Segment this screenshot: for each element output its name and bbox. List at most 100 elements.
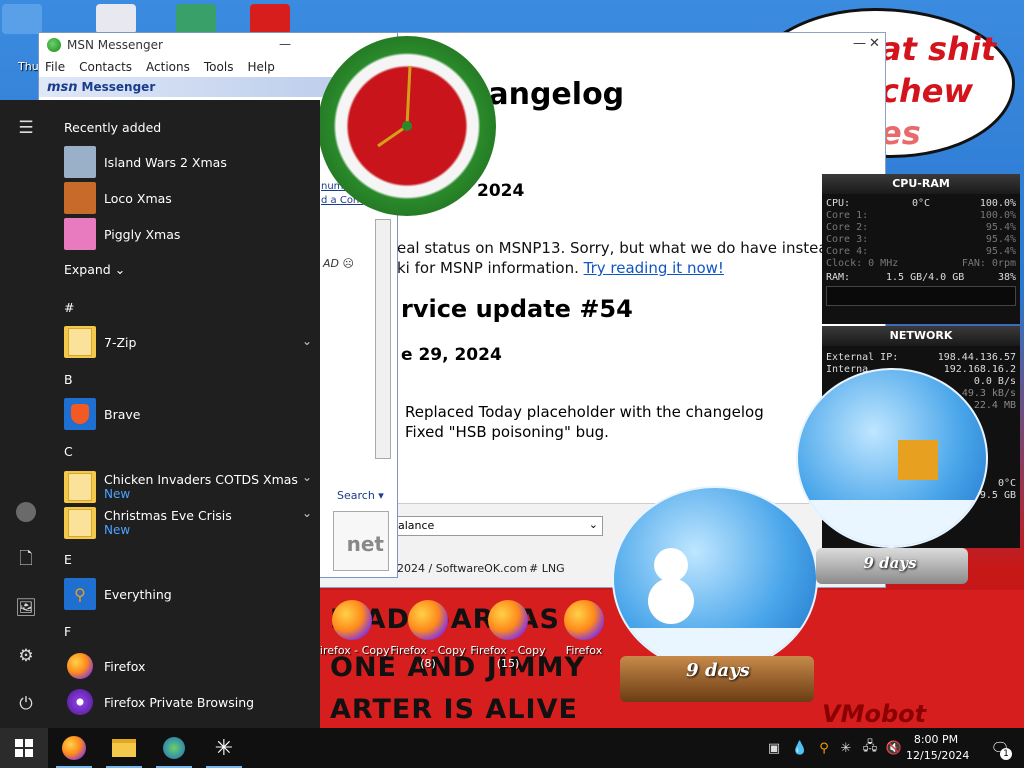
start-app-item[interactable]: 7-Zip ⌄	[64, 326, 312, 358]
desktop-app-icon[interactable]	[176, 4, 216, 34]
msn-ad-banner[interactable]: net	[333, 511, 389, 571]
drive-temp: 0°C	[997, 478, 1016, 489]
app-name: Chicken Invaders COTDS Xmas	[104, 472, 298, 487]
island-wars-icon	[64, 146, 96, 178]
search-tray-icon[interactable]: ⚲	[814, 728, 834, 768]
hamburger-menu-icon[interactable]: ☰	[10, 112, 42, 144]
expand-button[interactable]: Expand ⌄	[64, 262, 125, 277]
start-app-item[interactable]: Firefox	[64, 650, 312, 682]
globe-countdown: 9 days	[863, 554, 917, 572]
desktop-shortcut[interactable]: Firefox - Copy	[312, 600, 392, 657]
desktop-shortcut[interactable]: Firefox	[544, 600, 624, 657]
globe-snow	[798, 500, 986, 546]
documents-icon[interactable]: 🗋	[10, 544, 42, 576]
network-icon[interactable]: 🖧	[860, 728, 880, 768]
balance-select[interactable]: alance ⌄	[393, 516, 603, 536]
start-button[interactable]	[0, 728, 48, 768]
start-app-item[interactable]: Loco Xmas	[64, 182, 312, 214]
desktop-app-icon[interactable]	[2, 4, 42, 34]
settings-gear-icon[interactable]: ⚙	[10, 640, 42, 672]
recently-added-label: Recently added	[64, 120, 162, 135]
section-letter[interactable]: C	[64, 444, 73, 459]
snowman-icon	[654, 548, 688, 582]
msn-search-button[interactable]: Search ▾	[333, 487, 397, 507]
msn-buddy-icon	[47, 38, 61, 52]
changelog-paragraph: ki for MSNP information. Try reading it …	[397, 259, 724, 277]
desktop-shortcut[interactable]: Firefox - Copy (15)	[468, 600, 548, 670]
try-reading-link[interactable]: Try reading it now!	[584, 259, 724, 277]
pictures-icon[interactable]: 🖼	[10, 592, 42, 624]
menu-tools[interactable]: Tools	[204, 60, 234, 74]
start-app-item[interactable]: Brave	[64, 398, 312, 430]
desktop-shortcut[interactable]: Firefox - Copy (8)	[388, 600, 468, 670]
clock-row: Clock: 0 MHz FAN: 0rpm	[822, 258, 1020, 270]
msn-scrollbar[interactable]	[375, 219, 391, 459]
expand-label: Expand	[64, 262, 111, 277]
net-rate: 49.3 kB/s	[961, 388, 1016, 399]
mcdonalds-icon[interactable]	[250, 4, 290, 34]
ram-percent: 38%	[997, 272, 1016, 283]
taskbar-sparkle-app[interactable]: ✳	[200, 728, 248, 768]
taskbar-clock[interactable]: 8:00 PM 12/15/2024	[906, 732, 969, 764]
start-app-item[interactable]: Chicken Invaders COTDS Xmas New ⌄	[64, 470, 312, 504]
msn-brand-name: Messenger	[81, 80, 156, 94]
menu-contacts[interactable]: Contacts	[79, 60, 132, 74]
action-center-button[interactable]: 🗨 1	[980, 728, 1020, 768]
start-app-item[interactable]: Island Wars 2 Xmas	[64, 146, 312, 178]
cpu-temp: 0°C	[912, 198, 931, 209]
start-menu: ☰ 🗋 🖼 ⚙ ⏻ Recently added Island Wars 2 X…	[0, 100, 320, 728]
section-letter[interactable]: F	[64, 624, 71, 639]
start-app-item[interactable]: Piggly Xmas	[64, 218, 312, 250]
folder-icon	[64, 471, 96, 503]
user-avatar-icon[interactable]	[10, 496, 42, 528]
app-label: Christmas Eve Crisis New	[104, 508, 232, 538]
snow-globe-small	[796, 368, 988, 548]
menu-help[interactable]: Help	[247, 60, 274, 74]
chevron-down-icon: ▾	[378, 489, 384, 502]
taskbar-file-explorer[interactable]	[100, 728, 148, 768]
msn-logo: msn	[47, 79, 78, 95]
vmobot-text: VMobot	[822, 700, 927, 728]
firefox-icon	[564, 600, 604, 640]
core-label: Core 2:	[826, 222, 869, 233]
ram-graph	[826, 286, 1016, 306]
changelog-item: Fixed "HSB poisoning" bug.	[405, 423, 609, 441]
changelog-text: ki for MSNP information.	[397, 259, 584, 277]
start-app-item[interactable]: Christmas Eve Crisis New ⌄	[64, 506, 312, 540]
app-label: Island Wars 2 Xmas	[104, 154, 227, 170]
section-letter[interactable]: #	[64, 300, 74, 315]
core-value: 95.4%	[985, 222, 1016, 233]
cpu-percent: 100.0%	[979, 198, 1016, 209]
everything-icon: ⚲	[64, 578, 96, 610]
new-badge: New	[104, 487, 131, 501]
changelog-paragraph: eal status on MSNP13. Sorry, but what we…	[397, 239, 854, 257]
close-button[interactable]: ✕	[869, 36, 880, 51]
folder-icon	[64, 326, 96, 358]
gadget-title: CPU-RAM	[822, 174, 1020, 194]
start-app-item[interactable]: ⚲ Everything	[64, 578, 312, 610]
language-link[interactable]: # LNG	[529, 562, 565, 575]
desktop-app-icon[interactable]	[96, 4, 136, 34]
start-rail: ☰ 🗋 🖼 ⚙ ⏻	[0, 100, 52, 728]
speech-text: at shit	[880, 30, 997, 68]
ram-row: RAM: 1.5 GB/4.0 GB 38%	[822, 272, 1020, 284]
menu-file[interactable]: File	[45, 60, 65, 74]
tray-app-icon[interactable]: ▣	[764, 728, 784, 768]
power-icon[interactable]: ⏻	[10, 688, 42, 720]
clock-gadget[interactable]	[318, 36, 496, 216]
cpu-ram-gadget: CPU-RAM CPU: 0°C 100.0% Core 1: 100.0% Co…	[822, 174, 1020, 324]
menu-actions[interactable]: Actions	[146, 60, 190, 74]
chevron-down-icon: ⌄	[301, 334, 312, 348]
copyright-text: 2024 / SoftwareOK.com	[397, 562, 528, 575]
minimize-button[interactable]: —	[279, 37, 291, 51]
taskbar-firefox[interactable]	[50, 728, 98, 768]
droplet-icon[interactable]: 💧	[790, 728, 810, 768]
sparkle-tray-icon[interactable]: ✳	[836, 728, 856, 768]
desktop-icon-label: Thu	[18, 60, 39, 73]
taskbar-msn[interactable]	[150, 728, 198, 768]
minimize-button[interactable]: —	[853, 36, 866, 51]
section-letter[interactable]: E	[64, 552, 72, 567]
start-app-item[interactable]: Firefox Private Browsing	[64, 686, 312, 718]
volume-muted-icon[interactable]: 🔇	[884, 728, 904, 768]
section-letter[interactable]: B	[64, 372, 73, 387]
